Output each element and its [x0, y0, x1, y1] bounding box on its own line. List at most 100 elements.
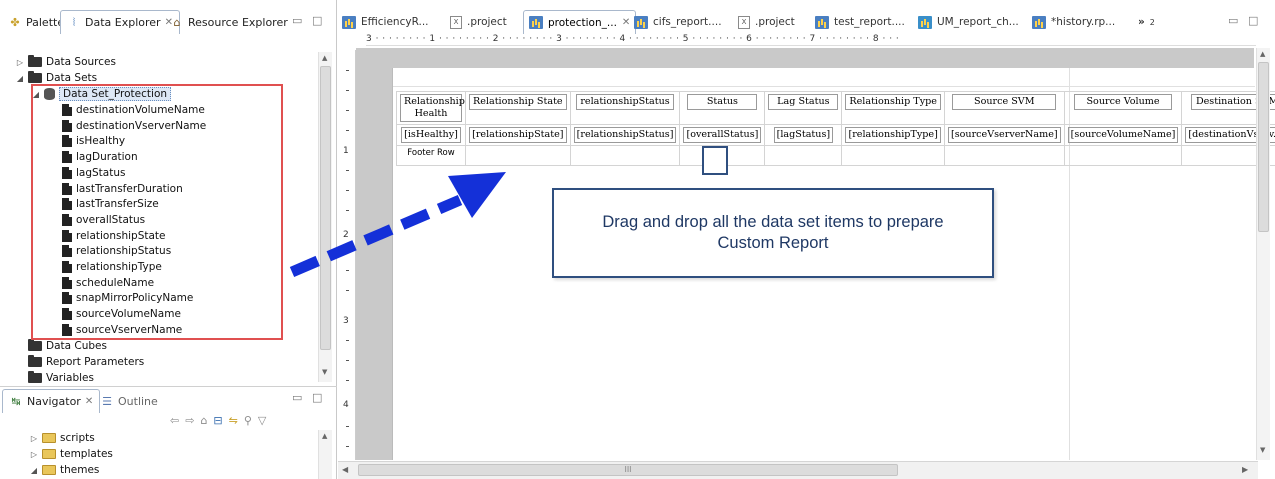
expand-icon[interactable]: ▷: [30, 450, 38, 459]
callout-line-1: Drag and drop all the data set items to …: [602, 213, 944, 231]
view-menu-icon[interactable]: ▽: [258, 414, 266, 427]
editor-tab[interactable]: X .project: [450, 12, 507, 32]
tree-item-report-parameters[interactable]: Report Parameters: [16, 354, 144, 370]
data-cell[interactable]: [relationshipState]: [465, 124, 571, 146]
nav-item-scripts[interactable]: ▷ scripts: [30, 430, 95, 446]
data-cell[interactable]: [lagStatus]: [764, 124, 843, 146]
home-icon[interactable]: ⌂: [200, 414, 207, 427]
data-cell[interactable]: [isHealthy]: [396, 124, 466, 146]
close-icon[interactable]: ✕: [622, 17, 630, 28]
editor-tab[interactable]: *history.rp...: [1032, 12, 1115, 32]
horizontal-scrollbar[interactable]: ◀ III ▶: [338, 461, 1258, 479]
data-cell[interactable]: [overallStatus]: [679, 124, 766, 146]
instruction-callout: Drag and drop all the data set items to …: [552, 188, 994, 278]
tree-item-data-sources[interactable]: ▷ Data Sources: [16, 54, 116, 70]
outline-icon: ☰: [102, 394, 112, 408]
nav-item-templates[interactable]: ▷ templates: [30, 446, 113, 462]
tree-scrollbar[interactable]: ▲ ▼: [318, 52, 332, 382]
scrollbar-thumb[interactable]: [1258, 62, 1269, 232]
minimize-icon[interactable]: ▭: [292, 391, 302, 404]
tab-palette[interactable]: ✤ Palette: [8, 12, 64, 32]
collapse-icon[interactable]: ◢: [16, 74, 24, 83]
nav-item-themes[interactable]: ◢ themes: [30, 462, 99, 478]
header-cell[interactable]: Relationship Type: [841, 91, 945, 125]
navigator-icon: ↹: [11, 395, 21, 408]
footer-row: Footer Row: [396, 145, 1275, 166]
collapse-all-icon[interactable]: ⊟: [213, 414, 222, 427]
data-cell[interactable]: [relationshipType]: [841, 124, 945, 146]
header-cell[interactable]: relationshipStatus: [569, 91, 681, 125]
tab-navigator[interactable]: ↹ Navigator ✕: [2, 389, 101, 413]
report-table[interactable]: Relationship Health Relationship State r…: [396, 91, 1275, 166]
folder-icon: [42, 465, 56, 475]
tab-data-explorer[interactable]: ⦚ Data Explorer ✕: [60, 10, 180, 34]
collapse-icon[interactable]: ◢: [30, 466, 38, 475]
report-icon: [529, 16, 543, 29]
nav-item-label: scripts: [60, 432, 95, 444]
minimize-icon[interactable]: ▭: [1228, 14, 1238, 27]
tab-outline[interactable]: ☰ Outline: [100, 391, 158, 411]
editor-tab[interactable]: X .project: [738, 12, 795, 32]
overflow-count: 2: [1149, 17, 1155, 27]
scroll-down-icon[interactable]: ▼: [322, 368, 327, 376]
ruler-number: 4: [343, 400, 349, 410]
minimize-icon[interactable]: ▭: [292, 14, 302, 27]
expand-icon[interactable]: ▷: [16, 58, 24, 67]
header-cell[interactable]: Source SVM: [943, 91, 1065, 125]
maximize-icon[interactable]: □: [312, 14, 322, 27]
folder-icon: [42, 449, 56, 459]
footer-cell[interactable]: Footer Row: [396, 145, 466, 166]
expand-icon[interactable]: ▷: [30, 434, 38, 443]
tree-item-data-cubes[interactable]: Data Cubes: [16, 338, 107, 354]
data-cell[interactable]: [sourceVolumeName]: [1063, 124, 1183, 146]
drop-target-marker: [702, 146, 728, 175]
editor-tab[interactable]: UM_report_ch...: [918, 12, 1019, 32]
editor-tab[interactable]: test_report....: [815, 12, 905, 32]
header-cell[interactable]: Lag Status: [764, 91, 843, 125]
header-cell[interactable]: Relationship State: [465, 91, 571, 125]
scroll-right-icon[interactable]: ▶: [1242, 465, 1248, 474]
tab-data-explorer-label: Data Explorer: [85, 16, 161, 29]
tab-resource-explorer[interactable]: ⌂ Resource Explorer: [170, 12, 288, 32]
maximize-icon[interactable]: □: [312, 391, 322, 404]
scroll-up-icon[interactable]: ▲: [322, 432, 327, 440]
back-icon[interactable]: ⇦: [170, 414, 179, 427]
overflow-icon: »: [1138, 16, 1145, 28]
callout-line-2: Custom Report: [717, 234, 829, 252]
maximize-icon[interactable]: □: [1248, 14, 1258, 27]
folder-icon: [42, 433, 56, 443]
data-cell[interactable]: [relationshipStatus]: [569, 124, 681, 146]
filter-icon[interactable]: ⚲: [244, 414, 252, 427]
left-panel: ✤ Palette ⦚ Data Explorer ✕ ⌂ Resource E…: [0, 0, 337, 479]
header-cell[interactable]: Status: [679, 91, 766, 125]
scrollbar-thumb[interactable]: III: [358, 464, 898, 476]
scroll-down-icon[interactable]: ▼: [1260, 446, 1265, 454]
link-editor-icon[interactable]: ⇋: [229, 414, 238, 427]
tree-item-variables[interactable]: Variables: [16, 370, 94, 384]
navigator-tab-bar: ↹ Navigator ✕ ☰ Outline ▭ □: [0, 386, 337, 413]
editor-tab[interactable]: cifs_report....: [634, 12, 722, 32]
folder-icon: [28, 355, 42, 367]
forward-icon[interactable]: ⇨: [185, 414, 194, 427]
navigator-scrollbar[interactable]: ▲: [318, 430, 332, 479]
editor-tab-label: protection_...: [548, 16, 617, 29]
scroll-up-icon[interactable]: ▲: [322, 54, 327, 62]
editor-tab-label: cifs_report....: [653, 16, 722, 28]
tree-item-label: Data Cubes: [46, 340, 107, 352]
editor-tab-active[interactable]: protection_... ✕: [523, 10, 637, 34]
palette-icon: ✤: [10, 15, 20, 29]
xml-file-icon: X: [738, 15, 750, 29]
editor-scrollbar[interactable]: ▲ ▼: [1256, 48, 1270, 460]
nav-item-label: templates: [60, 448, 113, 460]
scroll-left-icon[interactable]: ◀: [342, 465, 348, 474]
scrollbar-thumb[interactable]: [320, 66, 331, 350]
close-icon[interactable]: ✕: [85, 396, 93, 407]
header-cell[interactable]: Relationship Health: [396, 91, 466, 125]
overflow-tabs-button[interactable]: » 2: [1138, 12, 1155, 32]
data-cell[interactable]: [sourceVserverName]: [943, 124, 1065, 146]
report-icon: [342, 15, 356, 29]
tab-navigator-label: Navigator: [27, 395, 81, 408]
header-cell[interactable]: Source Volume: [1063, 91, 1183, 125]
editor-tab[interactable]: EfficiencyR...: [342, 12, 429, 32]
scroll-up-icon[interactable]: ▲: [1260, 50, 1265, 58]
